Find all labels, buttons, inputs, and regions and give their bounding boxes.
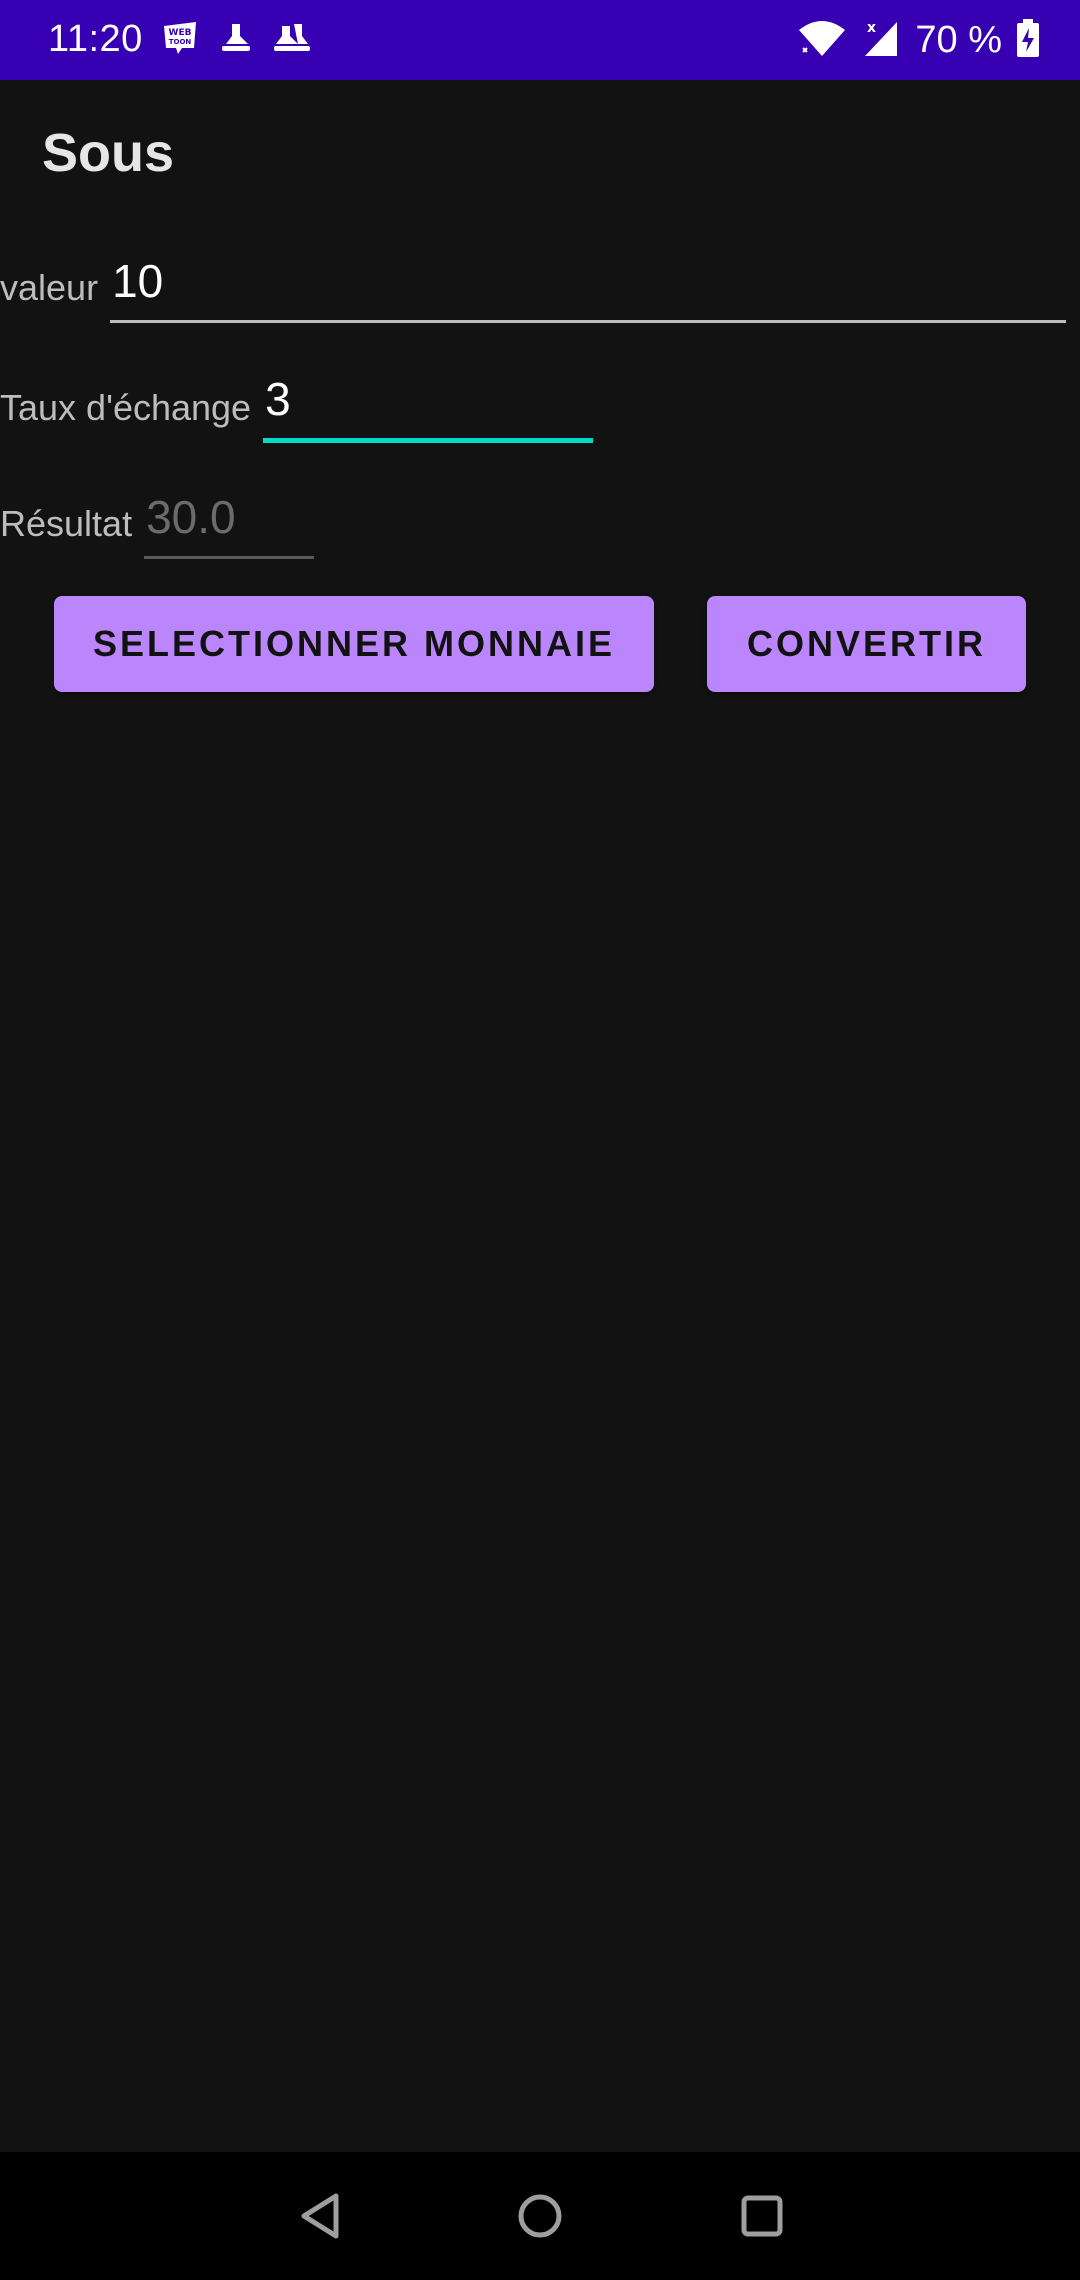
- taux-row: Taux d'échange: [0, 370, 594, 443]
- taux-input[interactable]: [263, 370, 594, 443]
- app-notification-icon-2: [272, 18, 312, 58]
- valeur-label: valeur: [0, 267, 99, 308]
- valeur-input[interactable]: [110, 252, 1067, 323]
- taux-label: Taux d'échange: [0, 387, 252, 428]
- battery-percent: 70 %: [915, 18, 1002, 61]
- resultat-row: Résultat: [0, 488, 315, 559]
- battery-charging-icon: [1016, 18, 1040, 63]
- svg-text:x: x: [867, 20, 876, 36]
- status-right: x 70 %: [797, 14, 1040, 66]
- recents-icon[interactable]: [722, 2176, 802, 2256]
- app-title: Sous: [42, 123, 175, 183]
- resultat-label: Résultat: [0, 503, 133, 544]
- resultat-input: [144, 488, 315, 559]
- notification-icons: WEB TOON: [160, 18, 312, 58]
- convert-button[interactable]: CONVERTIR: [707, 596, 1026, 692]
- back-icon[interactable]: [280, 2176, 360, 2256]
- valeur-row: valeur: [0, 252, 1067, 323]
- status-time: 11:20: [48, 18, 143, 60]
- home-icon[interactable]: [500, 2176, 580, 2256]
- app-notification-icon: [216, 18, 256, 58]
- webtoon-icon: WEB TOON: [160, 18, 200, 58]
- cell-signal-icon: x: [861, 18, 901, 63]
- svg-text:TOON: TOON: [169, 38, 192, 46]
- navigation-bar: [0, 2152, 1080, 2280]
- select-currency-button[interactable]: SELECTIONNER MONNAIE: [54, 596, 654, 692]
- wifi-icon: [797, 18, 847, 63]
- app-bar: Sous: [0, 80, 1080, 230]
- svg-text:WEB: WEB: [169, 28, 192, 38]
- status-bar: 11:20 WEB TOON x 70 %: [0, 0, 1080, 80]
